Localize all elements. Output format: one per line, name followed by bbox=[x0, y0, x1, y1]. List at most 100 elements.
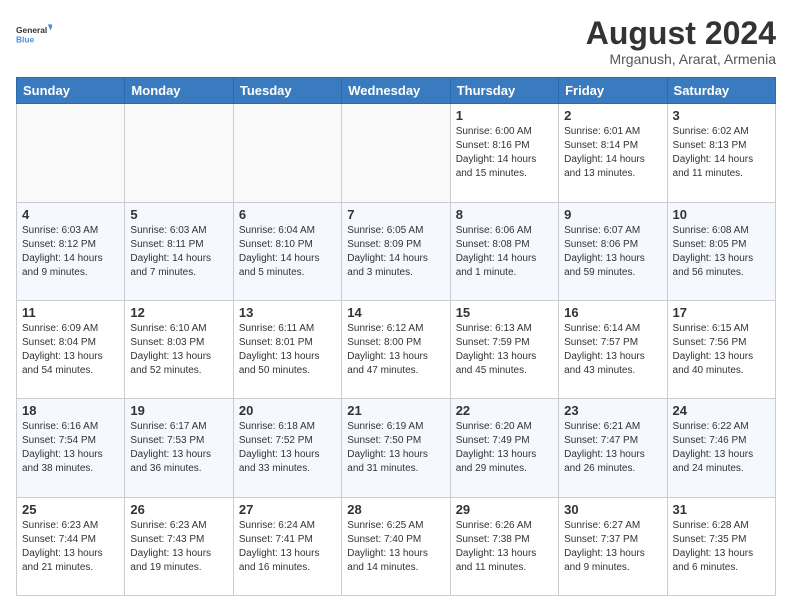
day-info: Sunrise: 6:08 AM Sunset: 8:05 PM Dayligh… bbox=[673, 224, 770, 280]
calendar-cell-w2-d1: 5 Sunrise: 6:03 AM Sunset: 8:11 PM Daylig… bbox=[125, 202, 233, 300]
day-number: 25 bbox=[22, 502, 119, 517]
day-info: Sunrise: 6:04 AM Sunset: 8:10 PM Dayligh… bbox=[239, 224, 336, 280]
calendar-cell-w1-d0 bbox=[17, 104, 125, 202]
calendar-cell-w3-d3: 14 Sunrise: 6:12 AM Sunset: 8:00 PM Dayli… bbox=[342, 300, 450, 398]
day-info: Sunrise: 6:00 AM Sunset: 8:16 PM Dayligh… bbox=[456, 125, 553, 181]
day-info: Sunrise: 6:15 AM Sunset: 7:56 PM Dayligh… bbox=[673, 322, 770, 378]
header-wednesday: Wednesday bbox=[342, 78, 450, 104]
day-info: Sunrise: 6:19 AM Sunset: 7:50 PM Dayligh… bbox=[347, 420, 444, 476]
day-info: Sunrise: 6:25 AM Sunset: 7:40 PM Dayligh… bbox=[347, 519, 444, 575]
calendar-cell-w1-d2 bbox=[233, 104, 341, 202]
calendar-cell-w5-d1: 26Sunrise: 6:23 AM Sunset: 7:43 PM Dayli… bbox=[125, 497, 233, 595]
day-number: 6 bbox=[239, 207, 336, 222]
calendar-cell-w5-d5: 30 Sunrise: 6:27 AM Sunset: 7:37 PM Dayli… bbox=[559, 497, 667, 595]
day-number: 21 bbox=[347, 403, 444, 418]
day-number: 28 bbox=[347, 502, 444, 517]
calendar-cell-w3-d2: 13 Sunrise: 6:11 AM Sunset: 8:01 PM Dayli… bbox=[233, 300, 341, 398]
header-monday: Monday bbox=[125, 78, 233, 104]
day-number: 8 bbox=[456, 207, 553, 222]
calendar-cell-w5-d3: 28 Sunrise: 6:25 AM Sunset: 7:40 PM Dayli… bbox=[342, 497, 450, 595]
subtitle: Mrganush, Ararat, Armenia bbox=[586, 51, 776, 67]
day-info: Sunrise: 6:10 AM Sunset: 8:03 PM Dayligh… bbox=[130, 322, 227, 378]
day-number: 17 bbox=[673, 305, 770, 320]
day-info: Sunrise: 6:09 AM Sunset: 8:04 PM Dayligh… bbox=[22, 322, 119, 378]
calendar-cell-w5-d0: 25 Sunrise: 6:23 AM Sunset: 7:44 PM Dayli… bbox=[17, 497, 125, 595]
day-info: Sunrise: 6:17 AM Sunset: 7:53 PM Dayligh… bbox=[130, 420, 227, 476]
calendar-cell-w1-d6: 3 Sunrise: 6:02 AM Sunset: 8:13 PM Daylig… bbox=[667, 104, 775, 202]
day-info: Sunrise: 6:16 AM Sunset: 7:54 PM Dayligh… bbox=[22, 420, 119, 476]
day-info: Sunrise: 6:02 AM Sunset: 8:13 PM Dayligh… bbox=[673, 125, 770, 181]
logo: General Blue bbox=[16, 16, 52, 52]
day-number: 16 bbox=[564, 305, 661, 320]
day-number: 2 bbox=[564, 108, 661, 123]
calendar-cell-w1-d4: 1 Sunrise: 6:00 AM Sunset: 8:16 PM Daylig… bbox=[450, 104, 558, 202]
day-info: Sunrise: 6:01 AM Sunset: 8:14 PM Dayligh… bbox=[564, 125, 661, 181]
calendar-cell-w2-d0: 4 Sunrise: 6:03 AM Sunset: 8:12 PM Daylig… bbox=[17, 202, 125, 300]
calendar-cell-w3-d5: 16 Sunrise: 6:14 AM Sunset: 7:57 PM Dayli… bbox=[559, 300, 667, 398]
day-info: Sunrise: 6:28 AM Sunset: 7:35 PM Dayligh… bbox=[673, 519, 770, 575]
day-number: 10 bbox=[673, 207, 770, 222]
svg-text:Blue: Blue bbox=[16, 34, 35, 44]
day-number: 13 bbox=[239, 305, 336, 320]
calendar-cell-w3-d1: 12 Sunrise: 6:10 AM Sunset: 8:03 PM Dayli… bbox=[125, 300, 233, 398]
day-info: Sunrise: 6:05 AM Sunset: 8:09 PM Dayligh… bbox=[347, 224, 444, 280]
day-info: Sunrise: 6:27 AM Sunset: 7:37 PM Dayligh… bbox=[564, 519, 661, 575]
calendar-week-2: 4 Sunrise: 6:03 AM Sunset: 8:12 PM Daylig… bbox=[17, 202, 776, 300]
calendar-week-1: 1 Sunrise: 6:00 AM Sunset: 8:16 PM Daylig… bbox=[17, 104, 776, 202]
calendar-cell-w4-d3: 21 Sunrise: 6:19 AM Sunset: 7:50 PM Dayli… bbox=[342, 399, 450, 497]
weekday-header-row: Sunday Monday Tuesday Wednesday Thursday… bbox=[17, 78, 776, 104]
day-number: 31 bbox=[673, 502, 770, 517]
calendar-cell-w2-d3: 7 Sunrise: 6:05 AM Sunset: 8:09 PM Daylig… bbox=[342, 202, 450, 300]
header-friday: Friday bbox=[559, 78, 667, 104]
day-info: Sunrise: 6:23 AM Sunset: 7:44 PM Dayligh… bbox=[22, 519, 119, 575]
day-number: 24 bbox=[673, 403, 770, 418]
logo-svg: General Blue bbox=[16, 16, 52, 52]
calendar-cell-w2-d2: 6 Sunrise: 6:04 AM Sunset: 8:10 PM Daylig… bbox=[233, 202, 341, 300]
day-number: 22 bbox=[456, 403, 553, 418]
calendar-cell-w2-d5: 9 Sunrise: 6:07 AM Sunset: 8:06 PM Daylig… bbox=[559, 202, 667, 300]
day-info: Sunrise: 6:06 AM Sunset: 8:08 PM Dayligh… bbox=[456, 224, 553, 280]
calendar-cell-w3-d6: 17 Sunrise: 6:15 AM Sunset: 7:56 PM Dayli… bbox=[667, 300, 775, 398]
day-info: Sunrise: 6:24 AM Sunset: 7:41 PM Dayligh… bbox=[239, 519, 336, 575]
day-number: 29 bbox=[456, 502, 553, 517]
day-info: Sunrise: 6:03 AM Sunset: 8:11 PM Dayligh… bbox=[130, 224, 227, 280]
calendar-cell-w5-d2: 27Sunrise: 6:24 AM Sunset: 7:41 PM Dayli… bbox=[233, 497, 341, 595]
calendar-cell-w5-d4: 29 Sunrise: 6:26 AM Sunset: 7:38 PM Dayli… bbox=[450, 497, 558, 595]
page: General Blue August 2024 Mrganush, Arara… bbox=[0, 0, 792, 612]
day-number: 3 bbox=[673, 108, 770, 123]
calendar-cell-w4-d1: 19 Sunrise: 6:17 AM Sunset: 7:53 PM Dayli… bbox=[125, 399, 233, 497]
calendar-cell-w1-d1 bbox=[125, 104, 233, 202]
calendar-cell-w2-d4: 8 Sunrise: 6:06 AM Sunset: 8:08 PM Daylig… bbox=[450, 202, 558, 300]
day-number: 7 bbox=[347, 207, 444, 222]
day-number: 9 bbox=[564, 207, 661, 222]
day-info: Sunrise: 6:03 AM Sunset: 8:12 PM Dayligh… bbox=[22, 224, 119, 280]
day-number: 1 bbox=[456, 108, 553, 123]
day-info: Sunrise: 6:18 AM Sunset: 7:52 PM Dayligh… bbox=[239, 420, 336, 476]
title-block: August 2024 Mrganush, Ararat, Armenia bbox=[586, 16, 776, 67]
day-number: 30 bbox=[564, 502, 661, 517]
calendar-cell-w5-d6: 31 Sunrise: 6:28 AM Sunset: 7:35 PM Dayli… bbox=[667, 497, 775, 595]
calendar-table: Sunday Monday Tuesday Wednesday Thursday… bbox=[16, 77, 776, 596]
main-title: August 2024 bbox=[586, 16, 776, 51]
calendar-cell-w3-d0: 11Sunrise: 6:09 AM Sunset: 8:04 PM Dayli… bbox=[17, 300, 125, 398]
day-number: 14 bbox=[347, 305, 444, 320]
calendar-cell-w4-d4: 22Sunrise: 6:20 AM Sunset: 7:49 PM Dayli… bbox=[450, 399, 558, 497]
day-number: 23 bbox=[564, 403, 661, 418]
day-info: Sunrise: 6:14 AM Sunset: 7:57 PM Dayligh… bbox=[564, 322, 661, 378]
day-number: 4 bbox=[22, 207, 119, 222]
day-info: Sunrise: 6:12 AM Sunset: 8:00 PM Dayligh… bbox=[347, 322, 444, 378]
calendar-cell-w4-d5: 23 Sunrise: 6:21 AM Sunset: 7:47 PM Dayli… bbox=[559, 399, 667, 497]
calendar-cell-w1-d5: 2 Sunrise: 6:01 AM Sunset: 8:14 PM Daylig… bbox=[559, 104, 667, 202]
day-info: Sunrise: 6:11 AM Sunset: 8:01 PM Dayligh… bbox=[239, 322, 336, 378]
calendar-week-5: 25 Sunrise: 6:23 AM Sunset: 7:44 PM Dayli… bbox=[17, 497, 776, 595]
day-number: 5 bbox=[130, 207, 227, 222]
svg-text:General: General bbox=[16, 25, 47, 35]
day-number: 19 bbox=[130, 403, 227, 418]
header: General Blue August 2024 Mrganush, Arara… bbox=[16, 16, 776, 67]
day-number: 12 bbox=[130, 305, 227, 320]
header-thursday: Thursday bbox=[450, 78, 558, 104]
day-info: Sunrise: 6:21 AM Sunset: 7:47 PM Dayligh… bbox=[564, 420, 661, 476]
calendar-week-3: 11Sunrise: 6:09 AM Sunset: 8:04 PM Dayli… bbox=[17, 300, 776, 398]
day-info: Sunrise: 6:26 AM Sunset: 7:38 PM Dayligh… bbox=[456, 519, 553, 575]
day-info: Sunrise: 6:07 AM Sunset: 8:06 PM Dayligh… bbox=[564, 224, 661, 280]
